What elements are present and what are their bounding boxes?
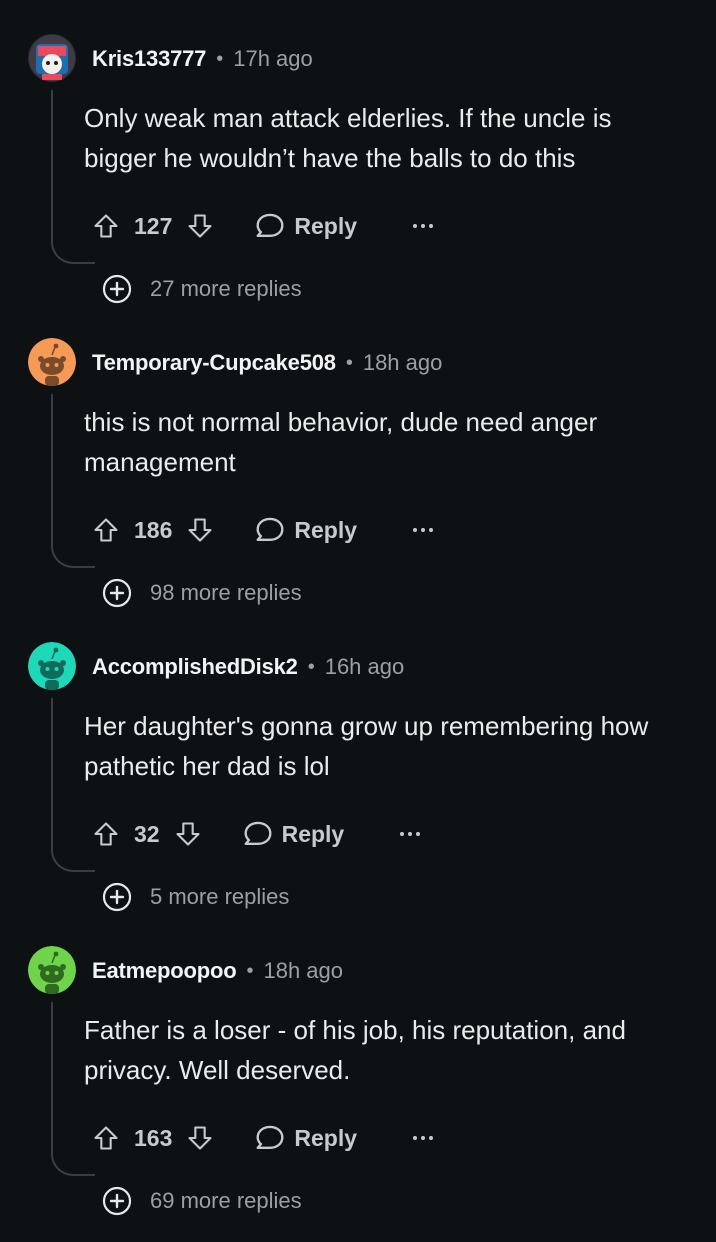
timestamp[interactable]: 17h ago — [233, 46, 313, 72]
comment-actions: 163 Reply — [92, 1110, 435, 1166]
username[interactable]: AccomplishedDisk2 — [92, 654, 298, 680]
upvote-icon[interactable] — [92, 1124, 120, 1152]
more-replies-button[interactable]: 69 more replies — [102, 1184, 302, 1218]
more-replies-label: 27 more replies — [150, 276, 302, 301]
more-replies-button[interactable]: 27 more replies — [102, 272, 302, 306]
reply-bubble-icon — [256, 517, 284, 542]
vote-score: 163 — [134, 1124, 173, 1151]
upvote-icon[interactable] — [92, 820, 120, 848]
comment-actions: 186 Reply — [92, 502, 435, 558]
comment-body: this is not normal behavior, dude need a… — [84, 407, 598, 477]
timestamp[interactable]: 18h ago — [263, 958, 343, 984]
separator-dot: • — [307, 655, 315, 678]
reply-bubble-icon — [244, 821, 272, 846]
downvote-icon[interactable] — [186, 1124, 214, 1152]
reply-bubble-icon — [256, 213, 284, 238]
comment: AccomplishedDisk2 • 16h ago Her daughter… — [0, 634, 716, 938]
separator-dot: • — [216, 47, 224, 70]
comment: Kris133777 • 17h ago Only weak man attac… — [0, 26, 716, 330]
timestamp[interactable]: 18h ago — [363, 350, 443, 376]
vote-score: 186 — [134, 516, 173, 543]
comment-meta: Kris133777 • 17h ago — [92, 46, 313, 72]
plus-circle-icon — [102, 274, 132, 304]
reply-bubble-icon — [256, 1125, 284, 1150]
snoo-avatar-icon — [28, 338, 76, 386]
comment-actions: 127 Reply — [92, 198, 435, 254]
separator-dot: • — [246, 959, 254, 982]
separator-dot: • — [345, 351, 353, 374]
user-avatar[interactable] — [28, 642, 76, 690]
user-avatar[interactable] — [28, 34, 76, 82]
reply-label: Reply — [294, 1124, 358, 1151]
user-avatar[interactable] — [28, 338, 76, 386]
downvote-icon[interactable] — [186, 516, 214, 544]
more-replies-button[interactable]: 98 more replies — [102, 576, 302, 610]
reply-button[interactable]: Reply — [254, 211, 357, 241]
snoo-avatar-icon — [28, 946, 76, 994]
downvote-icon[interactable] — [174, 820, 202, 848]
comment: Eatmepoopoo • 18h ago Father is a loser … — [0, 938, 716, 1242]
more-options-icon[interactable] — [411, 1134, 435, 1142]
reply-button[interactable]: Reply — [242, 819, 345, 849]
username[interactable]: Temporary-Cupcake508 — [92, 350, 336, 376]
more-options-icon[interactable] — [398, 830, 422, 838]
comment-body: Father is a loser - of his job, his repu… — [84, 1015, 626, 1085]
user-avatar[interactable] — [28, 946, 76, 994]
vote-score: 127 — [134, 212, 173, 239]
upvote-icon[interactable] — [92, 212, 120, 240]
custom-avatar-icon — [28, 34, 76, 82]
reply-label: Reply — [294, 212, 358, 239]
more-replies-label: 69 more replies — [150, 1188, 302, 1213]
vote-score: 32 — [134, 820, 160, 847]
comment-body: Her daughter's gonna grow up remembering… — [84, 711, 649, 781]
reply-label: Reply — [294, 516, 358, 543]
comment: Temporary-Cupcake508 • 18h ago this is n… — [0, 330, 716, 634]
comment-meta: Eatmepoopoo • 18h ago — [92, 958, 343, 984]
reply-button[interactable]: Reply — [254, 515, 357, 545]
more-replies-button[interactable]: 5 more replies — [102, 880, 289, 914]
comment-body: Only weak man attack elderlies. If the u… — [84, 103, 612, 173]
more-replies-label: 98 more replies — [150, 580, 302, 605]
reply-button[interactable]: Reply — [254, 1123, 357, 1153]
plus-circle-icon — [102, 578, 132, 608]
more-options-icon[interactable] — [411, 222, 435, 230]
comment-meta: Temporary-Cupcake508 • 18h ago — [92, 350, 442, 376]
comment-feed: Kris133777 • 17h ago Only weak man attac… — [0, 0, 716, 1216]
timestamp[interactable]: 16h ago — [325, 654, 405, 680]
downvote-icon[interactable] — [186, 212, 214, 240]
username[interactable]: Eatmepoopoo — [92, 958, 237, 984]
more-options-icon[interactable] — [411, 526, 435, 534]
plus-circle-icon — [102, 882, 132, 912]
plus-circle-icon — [102, 1186, 132, 1216]
comment-actions: 32 Reply — [92, 806, 422, 862]
more-replies-label: 5 more replies — [150, 884, 290, 909]
reply-label: Reply — [281, 820, 345, 847]
snoo-avatar-icon — [28, 642, 76, 690]
upvote-icon[interactable] — [92, 516, 120, 544]
username[interactable]: Kris133777 — [92, 46, 206, 72]
comment-meta: AccomplishedDisk2 • 16h ago — [92, 654, 404, 680]
